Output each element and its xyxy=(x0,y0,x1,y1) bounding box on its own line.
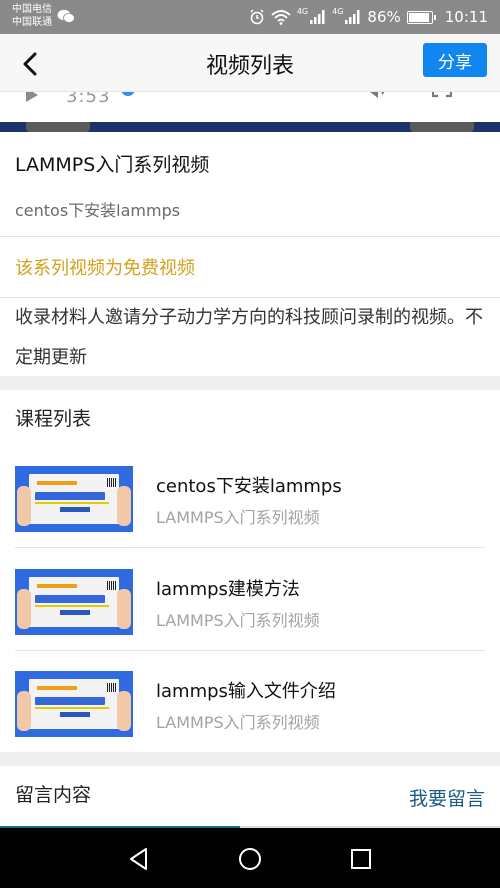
item-separator xyxy=(15,547,485,548)
status-bar: 中国电信 中国联通 4G 4G 86% 10:11 xyxy=(0,0,500,34)
battery-level xyxy=(408,12,430,22)
section-gap xyxy=(0,376,500,390)
network-type-1: 4G xyxy=(296,7,309,16)
carrier-1: 中国电信 xyxy=(12,4,52,15)
carrier-2: 中国联通 xyxy=(12,17,52,28)
video-frame-bottom xyxy=(0,122,500,132)
course-item[interactable]: lammps输入文件介绍 LAMMPS入门系列视频 xyxy=(0,671,500,741)
thumbnail-line xyxy=(35,492,105,500)
thumbnail-line xyxy=(35,595,105,603)
signal-icon-2 xyxy=(345,10,360,24)
course-subtitle: LAMMPS入门系列视频 xyxy=(156,713,320,732)
course-thumbnail xyxy=(15,569,133,635)
thumbnail-line xyxy=(60,610,90,615)
system-nav-bar xyxy=(0,828,500,888)
item-separator xyxy=(15,650,485,651)
recents-square-icon[interactable] xyxy=(348,846,374,872)
seek-handle-icon[interactable] xyxy=(120,92,136,99)
battery-icon xyxy=(406,10,436,24)
back-triangle-icon[interactable] xyxy=(126,846,152,872)
status-right: 4G 4G 86% 10:11 xyxy=(249,0,488,34)
fullscreen-icon[interactable] xyxy=(432,92,452,100)
thumbnail-line xyxy=(37,584,77,588)
course-subtitle: LAMMPS入门系列视频 xyxy=(156,508,320,527)
network-type-2: 4G xyxy=(332,7,344,16)
video-frame-part xyxy=(26,122,90,132)
divider xyxy=(0,236,500,237)
video-time: 3:53 xyxy=(66,92,111,107)
thumbnail-barcode xyxy=(107,683,117,692)
video-frame-part xyxy=(410,122,474,132)
course-list-heading: 课程列表 xyxy=(15,408,92,430)
thumbnail-line xyxy=(60,712,90,717)
comments-label: 留言内容 xyxy=(15,784,92,806)
video-controls: 3:53 xyxy=(0,92,500,118)
current-video-title: centos下安装lammps xyxy=(15,201,181,220)
thumbnail-hand xyxy=(117,691,131,731)
course-title: lammps输入文件介绍 xyxy=(156,681,336,702)
thumbnail-line xyxy=(35,697,105,705)
thumbnail-hand xyxy=(17,691,31,731)
volume-icon[interactable] xyxy=(362,92,390,100)
video-player[interactable]: 3:53 xyxy=(0,92,500,132)
thumbnail-line xyxy=(60,507,90,512)
wifi-icon xyxy=(271,10,291,25)
course-subtitle: LAMMPS入门系列视频 xyxy=(156,611,320,630)
thumbnail-hand xyxy=(117,589,131,629)
course-thumbnail xyxy=(15,466,133,532)
play-icon[interactable] xyxy=(24,92,40,102)
clock: 10:11 xyxy=(444,8,488,26)
battery-percent: 86% xyxy=(367,8,401,26)
course-item[interactable]: lammps建模方法 LAMMPS入门系列视频 xyxy=(0,569,500,651)
thumbnail-line xyxy=(37,481,77,485)
thumbnail-hand xyxy=(17,486,31,526)
course-title: centos下安装lammps xyxy=(156,476,342,497)
thumbnail-barcode xyxy=(107,478,117,487)
thumbnail-hand xyxy=(117,486,131,526)
leave-comment-link[interactable]: 我要留言 xyxy=(409,784,485,811)
alarm-icon xyxy=(250,9,264,25)
section-gap xyxy=(0,752,500,766)
thumbnail-hand xyxy=(17,589,31,629)
carrier-info: 中国电信 中国联通 xyxy=(12,3,52,29)
thumbnail-barcode xyxy=(107,581,117,590)
series-title: LAMMPS入门系列视频 xyxy=(15,154,210,176)
wechat-icon xyxy=(57,9,75,23)
thumbnail-line xyxy=(37,686,77,690)
thumbnail-line xyxy=(35,502,109,504)
app-header: 视频列表 分享 xyxy=(0,34,500,92)
course-thumbnail xyxy=(15,671,133,737)
free-notice: 该系列视频为免费视频 xyxy=(15,258,195,279)
share-button[interactable]: 分享 xyxy=(423,43,487,77)
course-item[interactable]: centos下安装lammps LAMMPS入门系列视频 xyxy=(0,466,500,548)
signal-icon xyxy=(310,10,325,24)
series-description: 收录材料人邀请分子动力学方向的科技顾问录制的视频。不定期更新 xyxy=(15,307,483,368)
screen: 中国电信 中国联通 4G 4G 86% 10:11 视频列表 分享 3:53 L… xyxy=(0,0,500,888)
thumbnail-line xyxy=(35,605,109,607)
home-circle-icon[interactable] xyxy=(237,846,263,872)
course-title: lammps建模方法 xyxy=(156,579,300,600)
thumbnail-line xyxy=(35,707,109,709)
